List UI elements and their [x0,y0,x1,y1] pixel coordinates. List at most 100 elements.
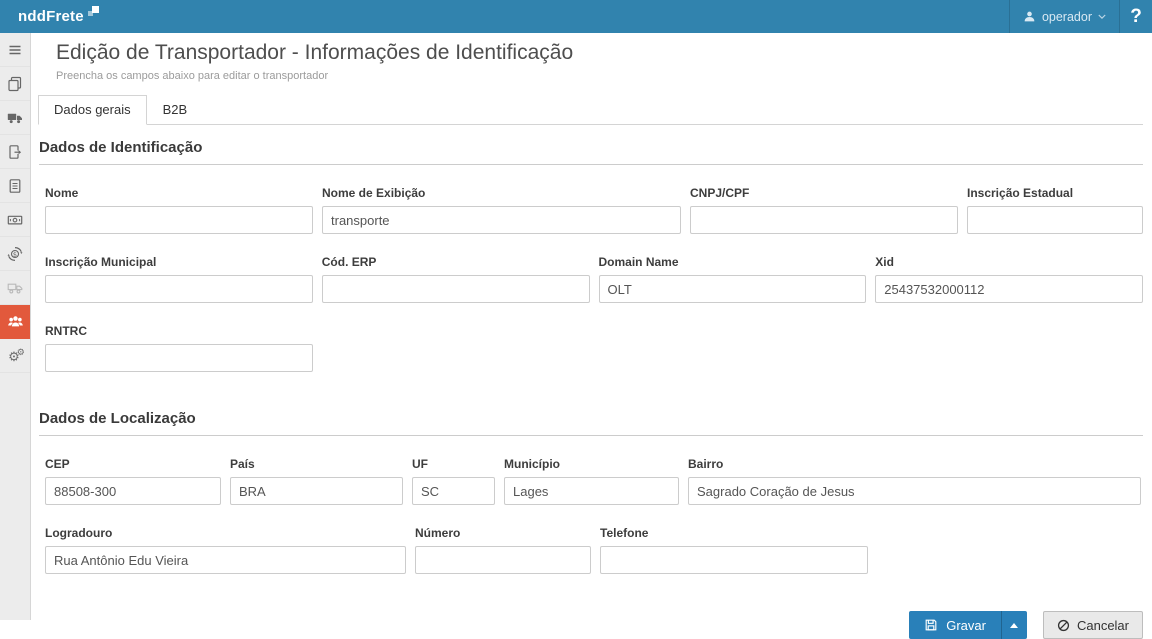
nome-exibicao-input[interactable] [322,206,681,234]
field-pais: País [230,457,403,505]
sidebar-item-copy[interactable] [0,67,30,101]
page-header: Edição de Transportador - Informações de… [38,41,1143,82]
sidebar-item-payments[interactable]: $ [0,237,30,271]
app-logo[interactable]: nddFrete [18,8,99,25]
field-domain-name-label: Domain Name [599,255,867,269]
cancel-button[interactable]: Cancelar [1043,611,1143,639]
sidebar-item-documents[interactable] [0,169,30,203]
sidebar-item-export[interactable] [0,135,30,169]
section-localizacao: Dados de Localização CEP País UF Municíp… [38,410,1143,574]
field-uf-label: UF [412,457,495,471]
form-row: RNTRC [38,324,1143,372]
save-icon [924,618,938,632]
field-cep-label: CEP [45,457,221,471]
svg-text:$: $ [13,250,17,258]
field-cnpj-cpf-label: CNPJ/CPF [690,186,958,200]
sidebar-item-settings[interactable]: ⚙⚙ [0,339,30,373]
cnpj-cpf-input[interactable] [690,206,958,234]
sidebar-item-trucks[interactable] [0,101,30,135]
field-nome: Nome [45,186,313,234]
user-icon [1023,10,1036,23]
form-row: Inscrição Municipal Cód. ERP Domain Name… [38,255,1143,303]
form-actions: Gravar Cancelar [38,611,1143,639]
field-telefone-label: Telefone [600,526,868,540]
save-options-button[interactable] [1001,611,1027,639]
user-menu-label: operador [1042,10,1092,24]
field-xid: Xid [875,255,1143,303]
section-localizacao-title: Dados de Localização [39,410,1143,436]
inscricao-estadual-input[interactable] [967,206,1143,234]
ban-icon [1057,619,1070,632]
tab-dados-gerais[interactable]: Dados gerais [38,95,147,125]
logradouro-input[interactable] [45,546,406,574]
pais-input[interactable] [230,477,403,505]
municipio-input[interactable] [504,477,679,505]
app-logo-text: nddFrete [18,8,84,25]
user-menu[interactable]: operador [1009,0,1119,33]
field-cep: CEP [45,457,221,505]
help-button[interactable]: ? [1119,0,1152,33]
truck-outline-icon [7,280,23,296]
form-row: CEP País UF Município Bairro [38,457,1143,505]
chevron-down-icon [1098,13,1106,21]
sidebar-item-menu[interactable] [0,33,30,67]
cep-input[interactable] [45,477,221,505]
main-content: Edição de Transportador - Informações de… [32,33,1152,620]
field-municipio: Município [504,457,679,505]
uf-input[interactable] [412,477,495,505]
field-cnpj-cpf: CNPJ/CPF [690,186,958,234]
cod-erp-input[interactable] [322,275,590,303]
truck-icon [7,110,23,126]
tab-b2b[interactable]: B2B [147,95,204,125]
domain-name-input[interactable] [599,275,867,303]
inscricao-municipal-input[interactable] [45,275,313,303]
field-pais-label: País [230,457,403,471]
file-export-icon [7,144,23,160]
page-title: Edição de Transportador - Informações de… [56,41,1143,65]
sidebar-item-fleet[interactable] [0,271,30,305]
field-uf: UF [412,457,495,505]
copy-icon [7,76,23,92]
field-xid-label: Xid [875,255,1143,269]
field-nome-exibicao-label: Nome de Exibição [322,186,681,200]
save-split-button: Gravar [909,611,1027,639]
field-logradouro: Logradouro [45,526,406,574]
field-numero-label: Número [415,526,591,540]
field-bairro-label: Bairro [688,457,1141,471]
field-rntrc-label: RNTRC [45,324,313,338]
field-inscricao-estadual-label: Inscrição Estadual [967,186,1143,200]
rntrc-input[interactable] [45,344,313,372]
help-label: ? [1130,6,1142,28]
money-sync-icon: $ [7,246,23,262]
xid-input[interactable] [875,275,1143,303]
hamburger-icon [7,42,23,58]
field-telefone: Telefone [600,526,868,574]
field-cod-erp: Cód. ERP [322,255,590,303]
field-nome-label: Nome [45,186,313,200]
sidebar: $ ⚙⚙ [0,33,31,620]
sidebar-item-users[interactable] [0,305,30,339]
telefone-input[interactable] [600,546,868,574]
gears-icon: ⚙⚙ [8,348,22,363]
logo-mark-icon [86,6,99,19]
bairro-input[interactable] [688,477,1141,505]
tab-bar: Dados gerais B2B [38,95,1143,125]
field-numero: Número [415,526,591,574]
field-rntrc: RNTRC [45,324,313,372]
section-identificacao: Dados de Identificação Nome Nome de Exib… [38,139,1143,372]
topbar: nddFrete operador ? [0,0,1152,33]
field-bairro: Bairro [688,457,1141,505]
page-subtitle: Preencha os campos abaixo para editar o … [56,70,1143,82]
section-identificacao-title: Dados de Identificação [39,139,1143,165]
banknote-icon [7,212,23,228]
numero-input[interactable] [415,546,591,574]
save-button[interactable]: Gravar [909,611,1001,639]
form-row: Logradouro Número Telefone [38,526,1143,574]
sidebar-item-billing[interactable] [0,203,30,237]
file-text-icon [7,178,23,194]
nome-input[interactable] [45,206,313,234]
caret-up-icon [1010,623,1018,628]
field-municipio-label: Município [504,457,679,471]
field-inscricao-estadual: Inscrição Estadual [967,186,1143,234]
field-inscricao-municipal-label: Inscrição Municipal [45,255,313,269]
